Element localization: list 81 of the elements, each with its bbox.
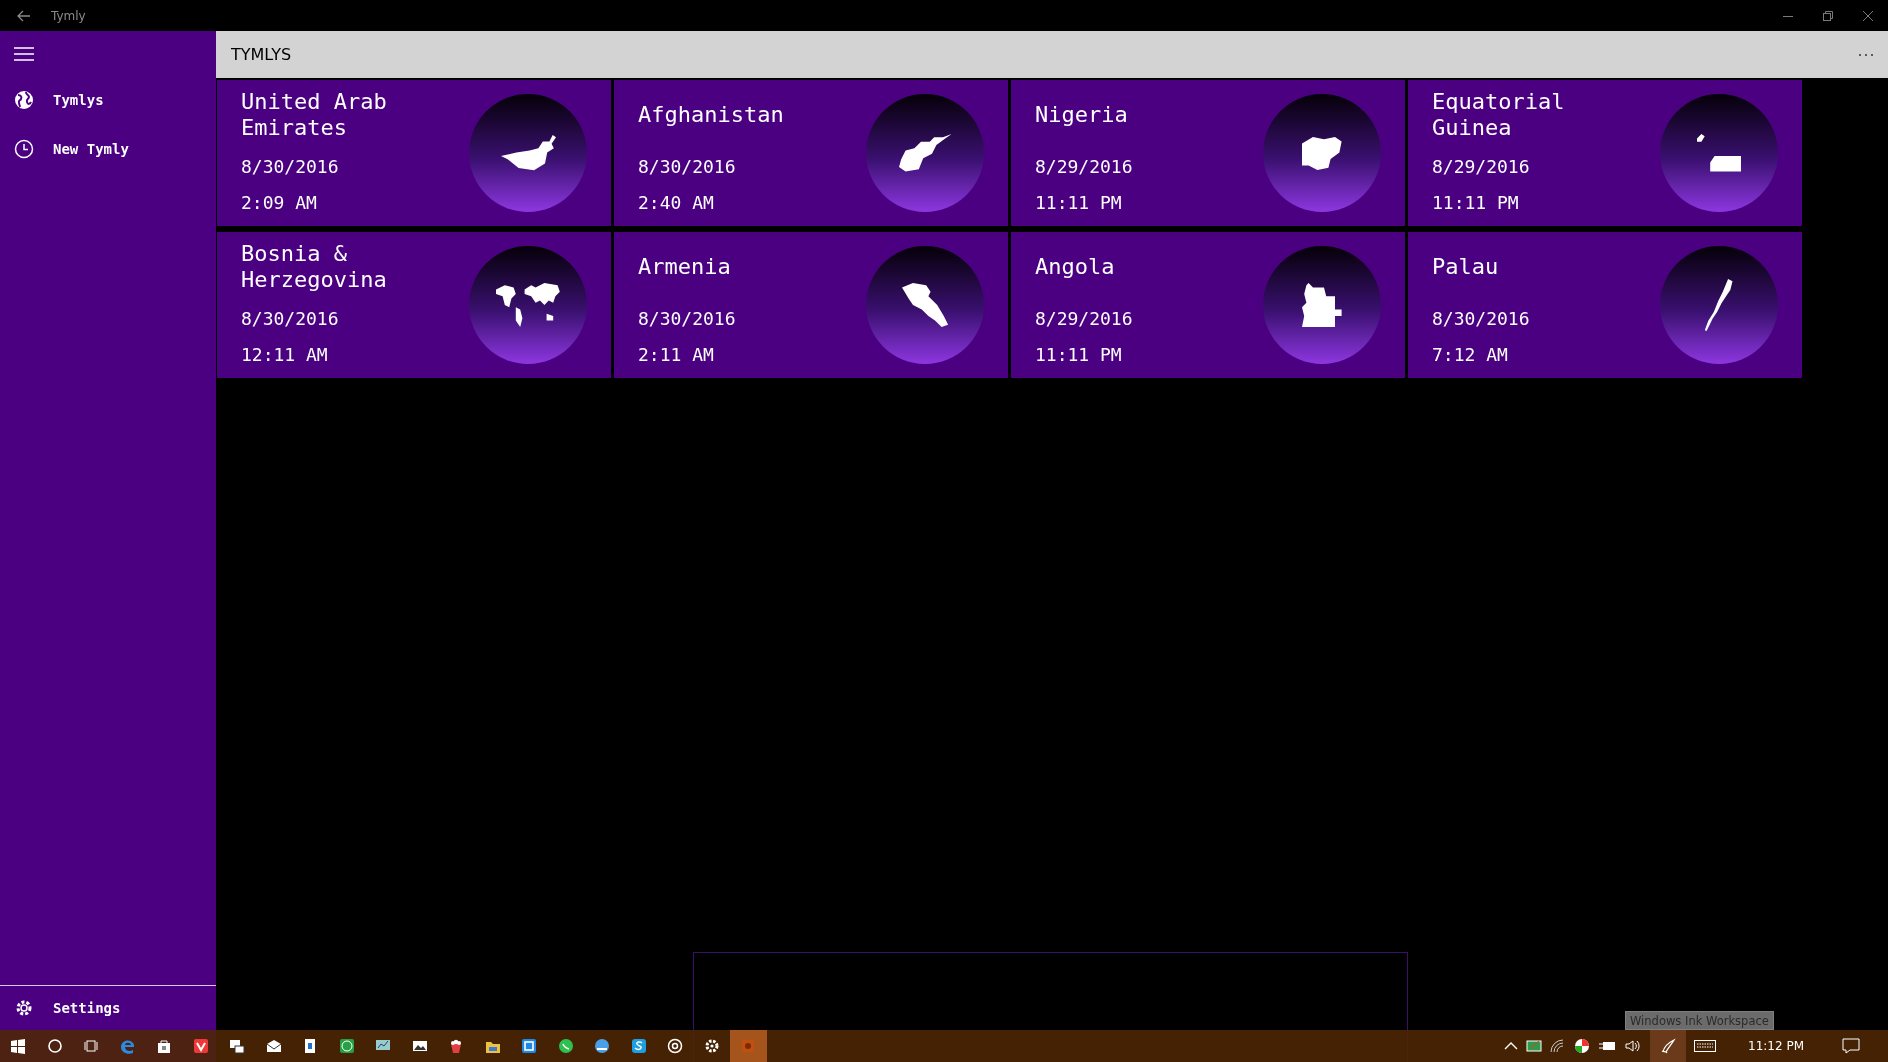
country-card[interactable]: Armenia 8/30/2016 2:11 AM <box>614 232 1008 378</box>
date-text: 8/30/2016 <box>241 156 340 178</box>
country-name: United Arab Emirates <box>241 89 388 141</box>
country-card[interactable]: Bosnia & Herzegovina 8/30/2016 12:11 AM <box>217 232 611 378</box>
app-tile-icon[interactable] <box>740 1038 757 1054</box>
settings-icon[interactable] <box>703 1038 720 1054</box>
country-card[interactable]: Palau 8/30/2016 7:12 AM <box>1408 232 1802 378</box>
close-icon[interactable] <box>1862 9 1874 22</box>
time-text: 2:11 AM <box>638 344 715 366</box>
more-icon[interactable] <box>1858 52 1874 57</box>
country-name: Angola <box>1035 254 1115 280</box>
world-map-icon <box>496 283 560 327</box>
country-card[interactable]: Nigeria 8/29/2016 11:11 PM <box>1011 80 1405 226</box>
time-text: 12:11 AM <box>241 344 329 366</box>
date-text: 8/29/2016 <box>1035 308 1134 330</box>
battery-icon[interactable] <box>1598 1040 1616 1052</box>
time-text: 11:11 PM <box>1035 192 1123 214</box>
country-name: Nigeria <box>1035 102 1128 128</box>
date-text: 8/29/2016 <box>1432 156 1531 178</box>
date-text: 8/30/2016 <box>241 308 340 330</box>
shopping-bag-icon[interactable] <box>156 1038 173 1054</box>
nav-label: New Tymly <box>53 140 129 157</box>
settings-label: Settings <box>53 1000 121 1016</box>
v-logo-icon[interactable] <box>192 1038 209 1054</box>
country-name: Armenia <box>638 254 731 280</box>
nav-item[interactable]: New Tymly <box>0 124 216 173</box>
time-text: 11:11 PM <box>1035 344 1123 366</box>
window-title: Tymly <box>51 8 86 23</box>
clock-text[interactable]: 11:12 PM <box>1748 1039 1804 1053</box>
country-name: Afghanistan <box>638 102 784 128</box>
country-name: Bosnia & Herzegovina <box>241 241 388 293</box>
country-card[interactable]: Equatorial Guinea 8/29/2016 11:11 PM <box>1408 80 1802 226</box>
q-tile-icon[interactable] <box>521 1038 538 1054</box>
speaker-icon[interactable] <box>1624 1039 1642 1053</box>
globe-icon <box>14 89 34 110</box>
globe-tile-icon[interactable] <box>338 1038 355 1054</box>
menu-icon[interactable] <box>14 47 34 61</box>
time-text: 7:12 AM <box>1432 344 1509 366</box>
country-outline-icon <box>901 283 949 327</box>
chevron-up-icon[interactable] <box>1504 1041 1518 1051</box>
country-outline-icon <box>1302 283 1342 327</box>
pen-icon[interactable] <box>1660 1038 1676 1054</box>
country-outline-icon <box>1697 134 1741 172</box>
search-icon[interactable] <box>46 1038 63 1054</box>
browser-icon[interactable] <box>119 1038 136 1054</box>
wifi-icon[interactable] <box>1550 1039 1566 1053</box>
country-outline-icon <box>898 134 952 172</box>
back-arrow-icon[interactable] <box>17 9 31 22</box>
restore-icon[interactable] <box>1822 9 1834 22</box>
country-card[interactable]: United Arab Emirates 8/30/2016 2:09 AM <box>217 80 611 226</box>
notification-icon[interactable] <box>1842 1038 1860 1054</box>
country-card[interactable]: Angola 8/29/2016 11:11 PM <box>1011 232 1405 378</box>
task-view-icon[interactable] <box>83 1038 100 1054</box>
country-card[interactable]: Afghanistan 8/30/2016 2:40 AM <box>614 80 1008 226</box>
country-outline-icon <box>500 135 556 171</box>
s-tile-icon[interactable] <box>630 1038 647 1054</box>
photo-frame-icon[interactable] <box>411 1038 428 1054</box>
date-text: 8/29/2016 <box>1035 156 1134 178</box>
country-outline-icon <box>1302 136 1342 170</box>
settings-item[interactable]: Settings <box>0 986 216 1030</box>
nav-item[interactable]: Tymlys <box>0 75 216 124</box>
time-text: 2:40 AM <box>638 192 715 214</box>
windows-logo-icon[interactable] <box>10 1038 27 1054</box>
date-text: 8/30/2016 <box>1432 308 1531 330</box>
date-text: 8/30/2016 <box>638 156 737 178</box>
envelope-icon[interactable] <box>265 1038 282 1054</box>
nav-label: Tymlys <box>53 91 104 108</box>
date-text: 8/30/2016 <box>638 308 737 330</box>
clock-icon <box>14 138 34 159</box>
country-name: Equatorial Guinea <box>1432 89 1566 141</box>
country-name: Palau <box>1432 254 1499 280</box>
time-text: 11:11 PM <box>1432 192 1520 214</box>
target-icon[interactable] <box>667 1038 684 1054</box>
page-title: TYMLYS <box>231 45 292 64</box>
time-text: 2:09 AM <box>241 192 318 214</box>
window-grid-icon[interactable] <box>229 1038 246 1054</box>
keyboard-icon[interactable] <box>1694 1040 1716 1052</box>
chat-bubble-icon[interactable] <box>557 1038 574 1054</box>
country-outline-icon <box>1705 278 1733 332</box>
tooltip: Windows Ink Workspace <box>1625 1011 1774 1030</box>
settings-icon <box>14 998 34 1018</box>
